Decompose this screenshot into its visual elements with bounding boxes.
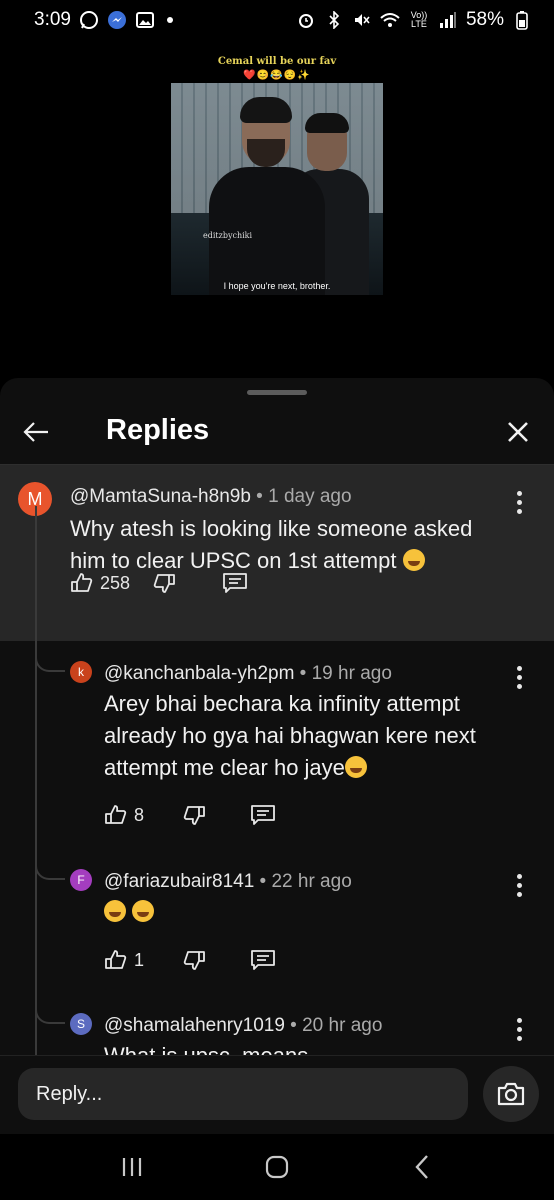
reply-more-button[interactable]	[507, 662, 531, 692]
reply-timestamp: • 22 hr ago	[254, 871, 352, 892]
reply-button[interactable]	[222, 571, 248, 595]
avatar-letter: F	[77, 873, 85, 887]
status-left: 3:09	[34, 9, 173, 31]
battery-icon	[512, 10, 532, 30]
video-caption-top: Cemal will be our fav	[217, 56, 337, 67]
messenger-icon	[107, 10, 127, 30]
tears-of-joy-emoji	[132, 900, 155, 922]
thread-connector	[35, 648, 65, 672]
thumbs-down-icon	[183, 951, 205, 970]
recents-icon	[123, 1158, 142, 1176]
like-button[interactable]: 8	[104, 803, 144, 827]
reply-timestamp: • 19 hr ago	[294, 663, 392, 684]
tears-of-joy-emoji	[104, 900, 126, 922]
reply-button[interactable]	[250, 948, 276, 972]
like-count: 8	[134, 804, 145, 825]
avatar-letter: k	[78, 665, 84, 679]
comment-header: @MamtaSuna-h8n9b • 1 day ago	[70, 486, 352, 508]
gallery-icon	[135, 10, 155, 30]
like-button[interactable]: 258	[70, 571, 130, 595]
alarm-icon	[296, 10, 316, 30]
thumbs-up-icon	[105, 805, 127, 824]
status-right: Vo)) LTE 58%	[296, 9, 532, 31]
sheet-header: Replies	[0, 404, 554, 464]
thumbs-down-icon	[183, 806, 205, 825]
home-button[interactable]	[257, 1147, 297, 1187]
smile-emoji	[344, 756, 367, 778]
battery-percent: 58%	[465, 9, 504, 30]
reply-more-button[interactable]	[507, 870, 531, 900]
like-count: 1	[134, 949, 145, 970]
dislike-button[interactable]	[182, 803, 206, 827]
reply-author[interactable]: @shamalahenry1019	[104, 1015, 285, 1036]
camera-icon	[497, 1082, 525, 1106]
comment-actions: 258	[70, 571, 248, 595]
reply-header: @kanchanbala-yh2pm • 19 hr ago	[104, 663, 392, 685]
video-subtitle: I hope you're next, brother.	[223, 281, 331, 291]
reply-timestamp: • 20 hr ago	[284, 1015, 383, 1036]
reply-bar: Reply...	[0, 1055, 554, 1134]
thumbs-down-icon	[153, 574, 175, 593]
parent-comment: M @MamtaSuna-h8n9b • 1 day ago Why atesh…	[0, 465, 554, 641]
comment-author[interactable]: @MamtaSuna-h8n9b	[70, 486, 251, 507]
back-nav-button[interactable]	[402, 1147, 442, 1187]
comment-icon	[251, 950, 275, 970]
like-count: 258	[100, 572, 131, 593]
whatsapp-icon	[79, 10, 99, 30]
sheet-title: Replies	[106, 414, 210, 446]
lte-label: Vo)) LTE	[410, 10, 428, 29]
reply-more-button[interactable]	[507, 1014, 531, 1044]
close-icon	[508, 422, 528, 442]
reply-text	[104, 896, 155, 928]
drag-handle[interactable]	[247, 390, 307, 395]
reply-text: Arey bhai bechara ka infinity attempt al…	[104, 691, 476, 780]
comment-text: Why atesh is looking like someone asked …	[70, 516, 473, 573]
dislike-button[interactable]	[152, 571, 176, 595]
avatar-letter: S	[76, 1017, 85, 1031]
reply-header: @fariazubair8141 • 22 hr ago	[104, 871, 352, 893]
avatar[interactable]: k	[70, 661, 92, 683]
avatar[interactable]: S	[70, 1013, 92, 1035]
video-frame[interactable]	[171, 83, 383, 295]
avatar[interactable]: F	[70, 869, 92, 891]
mute-icon	[352, 10, 372, 30]
comment-icon	[223, 573, 247, 593]
back-icon	[415, 1155, 428, 1179]
home-icon	[265, 1155, 289, 1179]
reply-actions: 8	[104, 803, 276, 827]
comment-timestamp: • 1 day ago	[250, 486, 352, 507]
thumbs-up-icon	[71, 573, 93, 592]
reply-author[interactable]: @kanchanbala-yh2pm	[104, 663, 294, 684]
close-button[interactable]	[500, 414, 536, 450]
reply-author[interactable]: @fariazubair8141	[104, 871, 254, 892]
dislike-button[interactable]	[182, 948, 206, 972]
system-nav-bar	[0, 1134, 554, 1200]
video-watermark: editzbychiki	[203, 231, 253, 240]
wifi-icon	[380, 10, 400, 30]
like-button[interactable]: 1	[104, 948, 144, 972]
comment-more-button[interactable]	[507, 487, 531, 517]
reply-header: @shamalahenry1019 • 20 hr ago	[104, 1015, 382, 1037]
thread-connector	[35, 1000, 65, 1024]
signal-icon	[438, 10, 458, 30]
reply-button[interactable]	[250, 803, 276, 827]
thread-connector	[35, 856, 65, 880]
comment-icon	[251, 805, 275, 825]
video-caption-emojis: ❤️😊😂😌✨	[243, 70, 311, 81]
notification-dot	[166, 17, 173, 23]
bluetooth-icon	[324, 10, 344, 30]
status-bar: 3:09 Vo)) LTE 58%	[0, 0, 554, 40]
camera-button[interactable]	[483, 1066, 539, 1122]
reply-actions: 1	[104, 948, 276, 972]
video-person-primary	[209, 95, 325, 295]
status-time: 3:09	[34, 9, 71, 30]
thumbs-up-icon	[105, 950, 127, 969]
reply-input[interactable]: Reply...	[18, 1068, 468, 1120]
sweat-smile-emoji	[402, 549, 425, 571]
recents-button[interactable]	[112, 1147, 152, 1187]
arrow-left-icon	[23, 422, 48, 442]
back-button[interactable]	[18, 414, 54, 450]
